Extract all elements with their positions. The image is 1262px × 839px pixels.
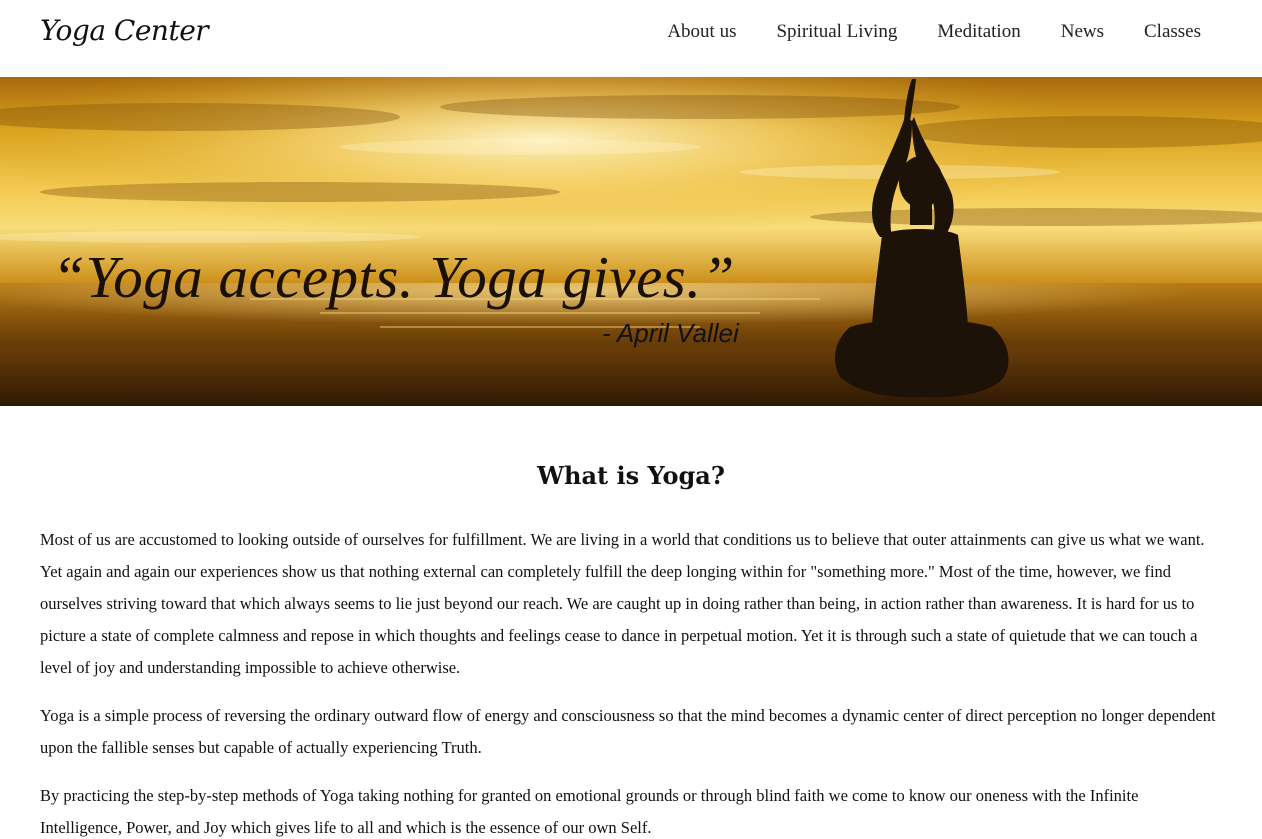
main-content: What is Yoga? Most of us are accustomed … [0,460,1262,839]
nav-about-us[interactable]: About us [667,20,736,44]
hero-quote: “Yoga accepts. Yoga gives.” [52,244,735,310]
nav-spiritual-living[interactable]: Spiritual Living [776,20,897,44]
nav-classes[interactable]: Classes [1144,20,1201,44]
main-nav: About us Spiritual Living Meditation New… [627,20,1201,44]
hero-quote-author: - April Vallei [602,318,739,348]
nav-news[interactable]: News [1061,20,1104,44]
hero-banner: “Yoga accepts. Yoga gives.” - April Vall… [0,77,1262,406]
site-header: Yoga Center About us Spiritual Living Me… [0,0,1262,77]
paragraph: By practicing the step-by-step methods o… [40,786,1139,837]
nav-meditation[interactable]: Meditation [937,20,1020,44]
paragraph: Most of us are accustomed to looking out… [40,530,1205,677]
page-title: What is Yoga? [537,461,725,490]
paragraph: Yoga is a simple process of reversing th… [40,706,1216,757]
site-logo[interactable]: Yoga Center [40,14,209,47]
